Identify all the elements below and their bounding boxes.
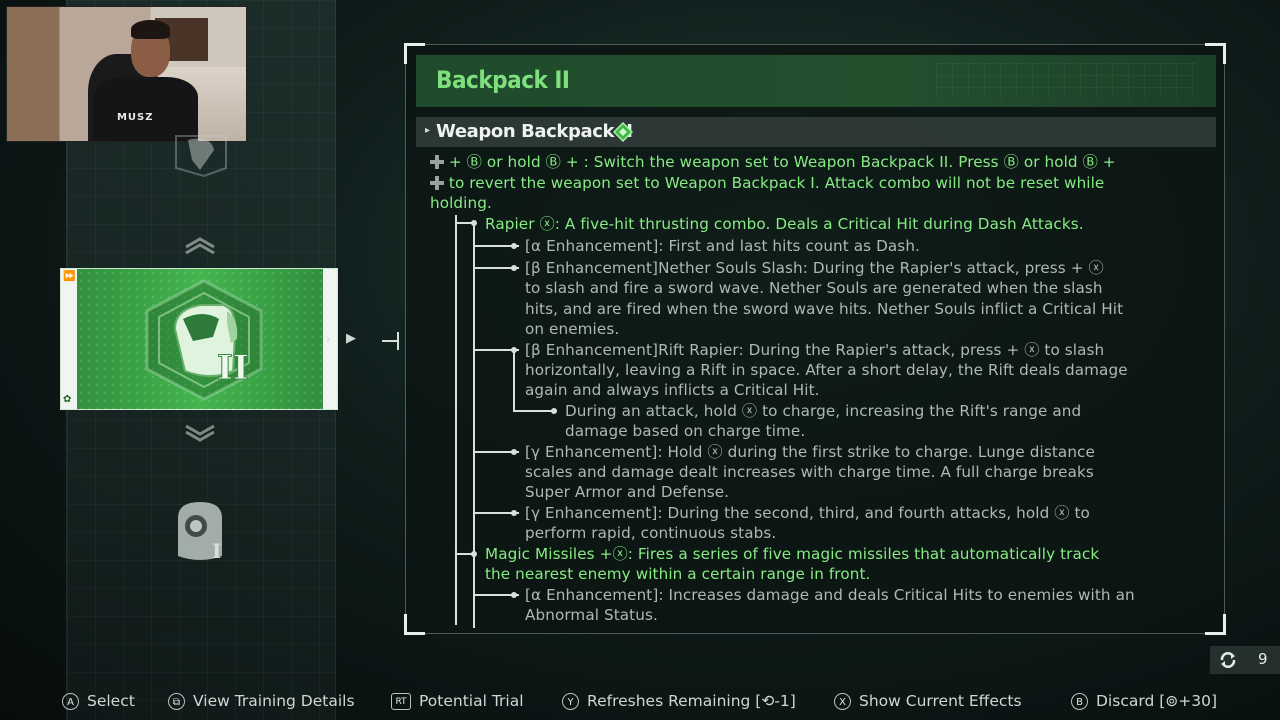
enhancement-line: [γ Enhancement]: During the second, thir… bbox=[525, 504, 1090, 522]
enhancement-line: [α Enhancement]: First and last hits cou… bbox=[525, 237, 920, 255]
connector-icon bbox=[382, 332, 399, 350]
enhancement-line: perform rapid, continuous stabs. bbox=[525, 524, 777, 542]
desc-line: to revert the weapon set to Weapon Backp… bbox=[430, 173, 1104, 193]
skill-detail-panel: Backpack II ▸ Weapon Backpack II + Ⓑ or … bbox=[404, 43, 1226, 635]
fast-forward-icon: ⏩ bbox=[63, 271, 76, 282]
previous-skill-icon[interactable] bbox=[170, 130, 232, 182]
backpack-i-icon[interactable]: I bbox=[162, 496, 238, 566]
enhancement-line: [β Enhancement]Nether Souls Slash: Durin… bbox=[525, 259, 1104, 277]
card-numeral: II bbox=[217, 348, 249, 388]
scroll-up-icon[interactable] bbox=[184, 235, 216, 255]
expand-arrow-icon[interactable]: ▶ bbox=[346, 331, 356, 346]
enhancement-line: on enemies. bbox=[525, 320, 620, 338]
view-training-details-hint[interactable]: ⧉ View Training Details bbox=[168, 686, 355, 716]
sub-enhancement-line: damage based on charge time. bbox=[565, 422, 806, 440]
gear-icon: ✿ bbox=[63, 394, 72, 405]
enhancement-line: Super Armor and Defense. bbox=[525, 483, 730, 501]
bottom-numeral: I bbox=[212, 539, 221, 563]
dpad-icon bbox=[430, 176, 444, 190]
show-current-effects-hint[interactable]: X Show Current Effects bbox=[834, 686, 1022, 716]
refresh-icon bbox=[1220, 652, 1236, 668]
desc-line: + Ⓑ or hold Ⓑ + : Switch the weapon set … bbox=[430, 152, 1116, 172]
button-hints-bar: A Select ⧉ View Training Details RT Pote… bbox=[0, 686, 1280, 716]
enhancement-line: scales and damage dealt increases with c… bbox=[525, 463, 1094, 481]
enhancement-line: [α Enhancement]: Increases damage and de… bbox=[525, 586, 1135, 604]
backpack-ii-icon: II bbox=[145, 279, 263, 401]
desc-line: holding. bbox=[430, 194, 492, 212]
a-button-icon: A bbox=[62, 692, 79, 710]
webcam-overlay: MUSZ bbox=[6, 6, 247, 142]
enhancement-line: to slash and fire a sword wave. Nether S… bbox=[525, 279, 1103, 297]
dpad-icon bbox=[430, 155, 444, 169]
enhancement-line: horizontally, leaving a Rift in space. A… bbox=[525, 361, 1128, 379]
magic-missiles-line: Magic Missiles +ⓧ: Fires a series of fiv… bbox=[485, 545, 1100, 563]
b-button-icon: B bbox=[1071, 692, 1088, 710]
enhancement-line: [β Enhancement]Rift Rapier: During the R… bbox=[525, 341, 1105, 359]
select-hint[interactable]: A Select bbox=[62, 686, 135, 716]
card-arrow-icon: › bbox=[326, 332, 331, 346]
selected-skill-card[interactable]: ⏩ ✿ II bbox=[60, 268, 338, 410]
rapier-line: Rapier ⓧ: A five-hit thrusting combo. De… bbox=[485, 215, 1084, 233]
y-button-icon: Y bbox=[562, 692, 579, 710]
rt-button-icon: RT bbox=[391, 692, 411, 710]
view-button-icon: ⧉ bbox=[168, 692, 185, 710]
discard-hint[interactable]: B Discard [⊚+30] bbox=[1071, 686, 1217, 716]
enhancement-line: again and always inflicts a Critical Hit… bbox=[525, 381, 820, 399]
enhancement-line: hits, and are fired when the sword wave … bbox=[525, 300, 1124, 318]
sub-enhancement-line: During an attack, hold ⓧ to charge, incr… bbox=[565, 402, 1082, 420]
refreshes-remaining-hint[interactable]: Y Refreshes Remaining [⟲-1] bbox=[562, 686, 796, 716]
magic-missiles-line: the nearest enemy within a certain range… bbox=[485, 565, 871, 583]
enhancement-line: Abnormal Status. bbox=[525, 606, 658, 624]
refresh-counter: 9 bbox=[1210, 646, 1280, 674]
potential-trial-hint[interactable]: RT Potential Trial bbox=[391, 686, 524, 716]
scroll-down-icon[interactable] bbox=[184, 424, 216, 444]
enhancement-line: [γ Enhancement]: Hold ⓧ during the first… bbox=[525, 443, 1095, 461]
x-button-icon: X bbox=[834, 692, 851, 710]
refresh-count: 9 bbox=[1258, 650, 1268, 668]
skill-description: + Ⓑ or hold Ⓑ + : Switch the weapon set … bbox=[406, 45, 1226, 635]
